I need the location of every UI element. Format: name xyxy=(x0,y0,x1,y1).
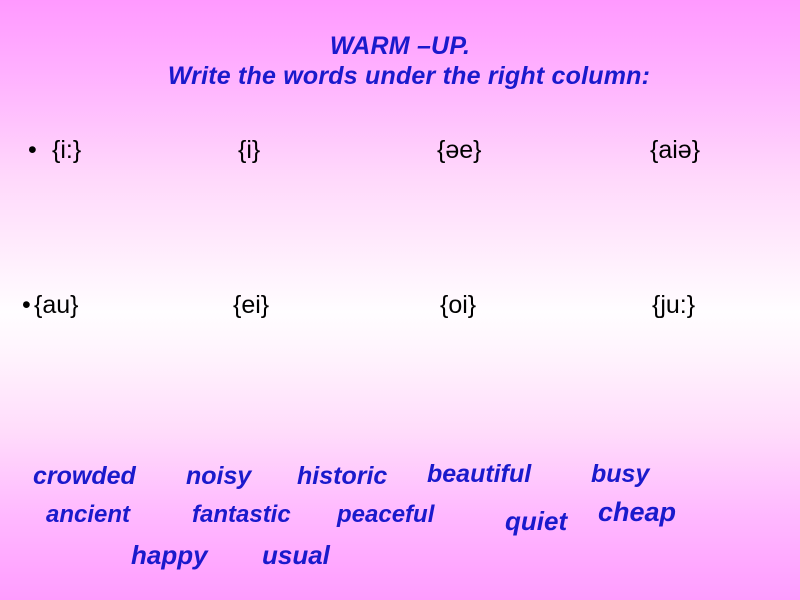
word-usual: usual xyxy=(262,540,330,570)
word-busy: busy xyxy=(591,460,650,488)
phonetic-symbol-schwa-e: {əe} xyxy=(437,136,482,164)
title-line-2: Write the words under the right column: xyxy=(167,61,651,90)
phonetic-symbol-i-short: {i} xyxy=(238,136,261,164)
word-quiet: quiet xyxy=(505,506,568,536)
word-ancient: ancient xyxy=(46,501,131,528)
word-cheap: cheap xyxy=(598,497,677,527)
title-line-1: WARM –UP. xyxy=(329,32,471,60)
phonetic-symbol-ei: {ei} xyxy=(233,291,270,319)
bullet-icon: • xyxy=(22,291,31,319)
word-fantastic: fantastic xyxy=(192,501,291,528)
word-happy: happy xyxy=(131,540,208,570)
phonetic-symbol-oi: {oi} xyxy=(440,291,477,319)
phonetic-symbol-ai-schwa: {aiə} xyxy=(650,136,701,164)
word-noisy: noisy xyxy=(186,462,252,490)
word-crowded: crowded xyxy=(33,462,136,490)
bullet-icon: • xyxy=(28,136,37,164)
slide-canvas: WARM –UP. Write the words under the righ… xyxy=(0,0,800,600)
word-peaceful: peaceful xyxy=(337,501,435,528)
phonetic-symbol-i-long: {i:} xyxy=(52,136,82,164)
slide-title: WARM –UP. Write the words under the righ… xyxy=(0,32,800,91)
word-historic: historic xyxy=(297,462,388,490)
word-beautiful: beautiful xyxy=(427,460,532,488)
phonetic-symbol-au: {au} xyxy=(34,291,79,319)
phonetic-symbol-ju-long: {ju:} xyxy=(652,291,696,319)
